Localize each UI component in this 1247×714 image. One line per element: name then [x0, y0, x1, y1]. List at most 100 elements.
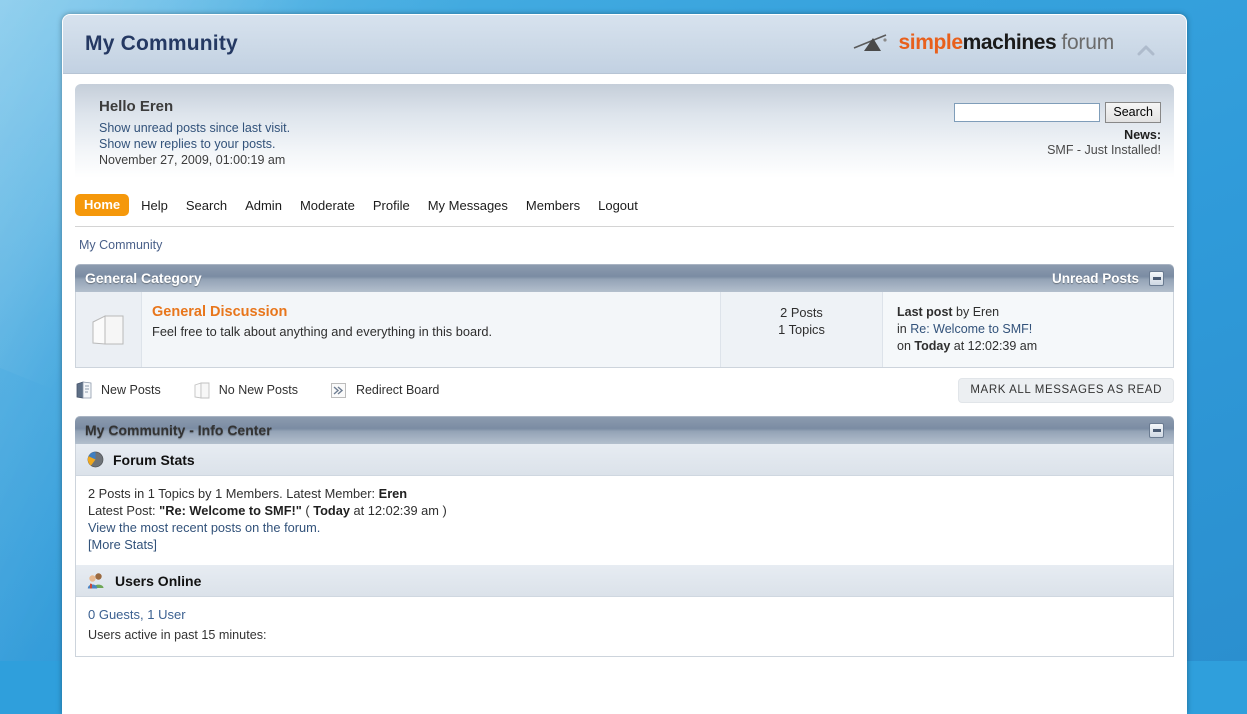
search-input[interactable]: [954, 103, 1101, 122]
info-center-header-right: [1149, 422, 1164, 438]
nav-item-profile[interactable]: Profile: [367, 195, 416, 216]
pie-chart-icon: [87, 451, 104, 468]
nav-link-members[interactable]: Members: [520, 195, 586, 216]
lastpost-day: Today: [914, 339, 951, 353]
lastpost-author: by Eren: [956, 305, 1000, 319]
more-stats-link[interactable]: [More Stats]: [88, 537, 157, 552]
forum-stats-line-4: [More Stats]: [88, 536, 1161, 553]
nav-list: Home Help Search Admin Moderate Profile …: [75, 194, 1174, 216]
board-stats-cell: 2 Posts 1 Topics: [721, 292, 883, 367]
news-text: SMF - Just Installed!: [1047, 143, 1161, 157]
collapse-minus-icon[interactable]: [1149, 270, 1164, 286]
lastpost-in-prefix: in: [897, 322, 907, 336]
nav-link-search[interactable]: Search: [180, 195, 233, 216]
lastpost-on-prefix: on: [897, 339, 911, 353]
users-online-header[interactable]: Users Online: [76, 565, 1173, 597]
nav-item-my-messages[interactable]: My Messages: [422, 195, 514, 216]
board-lastpost-cell: Last post by Eren in Re: Welcome to SMF!…: [883, 292, 1173, 367]
site-header: My Community simple machines forum: [63, 15, 1186, 74]
lastpost-subject-link[interactable]: Re: Welcome to SMF!: [910, 322, 1032, 336]
latest-post-paren-open: (: [301, 503, 314, 518]
nav-link-my-messages[interactable]: My Messages: [422, 195, 514, 216]
users-online-body: 0 Guests, 1 User Users active in past 15…: [76, 597, 1173, 656]
info-center-body: Forum Stats 2 Posts in 1 Topics by 1 Mem…: [75, 444, 1174, 657]
unread-posts-link-header[interactable]: Unread Posts: [1052, 271, 1139, 286]
forum-stats-line-3: View the most recent posts on the forum.: [88, 519, 1161, 536]
nav-link-home[interactable]: Home: [75, 194, 130, 216]
nav-item-search[interactable]: Search: [180, 195, 233, 216]
board-info-cell: General Discussion Feel free to talk abo…: [142, 292, 721, 367]
latest-post-subject: "Re: Welcome to SMF!": [159, 503, 302, 518]
legend-new-posts: New Posts: [75, 380, 161, 400]
collapse-minus-icon[interactable]: [1149, 422, 1164, 438]
search-form: Search: [954, 102, 1161, 123]
nav-link-admin[interactable]: Admin: [239, 195, 288, 216]
info-center: My Community - Info Center Forum Stats 2…: [75, 416, 1174, 657]
nav-item-logout[interactable]: Logout: [592, 195, 644, 216]
nav-item-help[interactable]: Help: [135, 195, 174, 216]
board-topic-count: 1 Topics: [778, 322, 825, 337]
nav-link-logout[interactable]: Logout: [592, 195, 644, 216]
users-group-icon: [87, 572, 106, 589]
stats-summary-text: 2 Posts in 1 Topics by 1 Members. Latest…: [88, 486, 379, 501]
latest-post-time: at 12:02:39 am ): [350, 503, 447, 518]
smf-logo[interactable]: simple machines forum: [852, 31, 1114, 55]
news-block: News: SMF - Just Installed!: [1047, 128, 1161, 158]
no-new-posts-board-icon: [87, 310, 131, 350]
nav-link-moderate[interactable]: Moderate: [294, 195, 361, 216]
main-navigation: Home Help Search Admin Moderate Profile …: [75, 178, 1174, 226]
category-header-right: Unread Posts: [1052, 270, 1164, 286]
board-name-link[interactable]: General Discussion: [152, 304, 287, 320]
legend-new-posts-label: New Posts: [101, 383, 161, 397]
board-name[interactable]: General Discussion: [152, 304, 720, 320]
redirect-board-icon: [330, 380, 348, 400]
nav-link-profile[interactable]: Profile: [367, 195, 416, 216]
search-button[interactable]: Search: [1105, 102, 1161, 123]
chevron-up-icon[interactable]: [1136, 43, 1156, 57]
page-title: My Community: [85, 32, 238, 55]
nav-item-moderate[interactable]: Moderate: [294, 195, 361, 216]
breadcrumb: My Community: [75, 227, 1174, 264]
breadcrumb-item-community[interactable]: My Community: [79, 238, 162, 252]
lastpost-line-1: Last post by Eren: [897, 304, 1173, 321]
new-replies-link[interactable]: Show new replies to your posts.: [99, 136, 290, 152]
board-description: Feel free to talk about anything and eve…: [152, 324, 493, 339]
forum-stats-body: 2 Posts in 1 Topics by 1 Members. Latest…: [76, 476, 1173, 565]
forum-stats-title: Forum Stats: [113, 451, 195, 468]
board-legend: New Posts No New Posts Redirect Board MA…: [75, 368, 1174, 408]
category-title: General Category: [85, 270, 202, 286]
logo-word-simple: simple: [898, 31, 963, 54]
latest-member-name: Eren: [378, 486, 408, 501]
recent-posts-link[interactable]: View the most recent posts on the forum.: [88, 520, 320, 535]
board-row: General Discussion Feel free to talk abo…: [75, 292, 1174, 368]
logo-word-forum: forum: [1061, 31, 1114, 54]
forum-wrapper: My Community simple machines forum Hello E…: [62, 14, 1187, 714]
legend-redirect-board: Redirect Board: [330, 380, 439, 400]
nav-item-admin[interactable]: Admin: [239, 195, 288, 216]
lastpost-line-3: on Today at 12:02:39 am: [897, 338, 1173, 355]
users-online-title: Users Online: [115, 572, 202, 589]
nav-item-members[interactable]: Members: [520, 195, 586, 216]
no-new-posts-icon: [193, 380, 211, 400]
lastpost-line-2: in Re: Welcome to SMF!: [897, 321, 1173, 338]
smf-sledgehammer-icon: [852, 32, 892, 54]
board-post-count: 2 Posts: [780, 305, 823, 320]
nav-link-help[interactable]: Help: [135, 195, 174, 216]
forum-stats-line-1: 2 Posts in 1 Topics by 1 Members. Latest…: [88, 485, 1161, 502]
news-label: News:: [1124, 128, 1161, 142]
mark-all-read-button[interactable]: MARK ALL MESSAGES AS READ: [958, 377, 1174, 403]
new-posts-icon: [75, 380, 93, 400]
current-time: November 27, 2009, 01:00:19 am: [99, 153, 286, 167]
nav-item-home[interactable]: Home: [75, 194, 130, 216]
unread-posts-link[interactable]: Show unread posts since last visit.: [99, 120, 290, 136]
users-online-count: 0 Guests, 1 User: [88, 607, 186, 622]
category-header: General Category Unread Posts: [75, 264, 1174, 292]
latest-post-label: Latest Post:: [88, 503, 160, 518]
legend-no-new-posts: No New Posts: [193, 380, 298, 400]
lastpost-label: Last post: [897, 305, 953, 319]
forum-stats-line-2: Latest Post: "Re: Welcome to SMF!" ( Tod…: [88, 502, 1161, 519]
latest-post-day: Today: [313, 503, 350, 518]
user-quick-links: Show unread posts since last visit. Show…: [99, 120, 290, 168]
board-icon-cell: [76, 292, 142, 367]
forum-stats-header[interactable]: Forum Stats: [76, 444, 1173, 476]
